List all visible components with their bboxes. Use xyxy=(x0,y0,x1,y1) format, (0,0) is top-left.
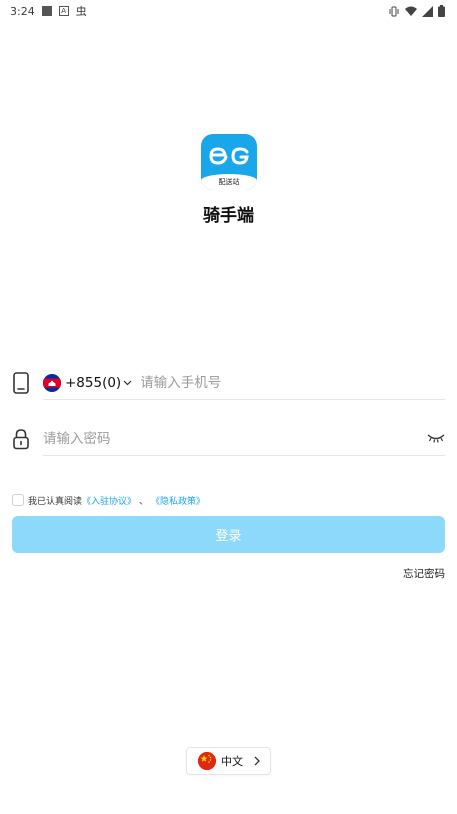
chevron-right-icon xyxy=(254,756,260,766)
password-row xyxy=(12,424,445,454)
status-bar-right xyxy=(388,5,445,17)
password-input[interactable] xyxy=(43,425,445,453)
logo-label: 配送站 xyxy=(201,174,257,190)
mobile-phone-icon xyxy=(13,372,29,394)
phone-input[interactable] xyxy=(140,369,445,397)
vibrate-icon xyxy=(389,6,399,16)
privacy-policy-link[interactable]: 《隐私政策》 xyxy=(151,494,205,507)
status-bar: 3:24 A 虫 xyxy=(0,0,457,22)
phone-row-icon-wrap xyxy=(12,368,40,398)
eye-closed-icon[interactable] xyxy=(427,431,445,445)
agreement-checkbox[interactable] xyxy=(12,494,24,506)
signal-icon xyxy=(422,5,433,17)
chevron-down-icon[interactable] xyxy=(123,380,132,386)
cambodia-flag-icon[interactable] xyxy=(43,374,61,392)
eg-logo-icon xyxy=(209,147,249,165)
phone-underline xyxy=(43,399,445,400)
agreement-row: 我已认真阅读 《入驻协议》 、 《隐私政策》 xyxy=(12,493,205,507)
country-code[interactable]: +855(0) xyxy=(65,375,121,391)
login-button[interactable]: 登录 xyxy=(12,516,445,553)
battery-icon xyxy=(438,5,445,17)
bug-icon: 虫 xyxy=(75,5,87,18)
lock-icon xyxy=(13,429,29,450)
forgot-password-link[interactable]: 忘记密码 xyxy=(403,566,445,581)
password-underline xyxy=(43,455,445,456)
phone-row: +855(0) xyxy=(12,368,445,398)
status-time: 3:24 xyxy=(10,4,35,18)
china-flag-icon xyxy=(198,752,216,770)
settlement-agreement-link[interactable]: 《入驻协议》 xyxy=(82,494,136,507)
agreement-prefix: 我已认真阅读 xyxy=(28,496,83,507)
language-selector[interactable]: 中文 xyxy=(186,747,271,775)
app-name: 骑手端 xyxy=(203,206,254,226)
a-icon: A xyxy=(58,6,69,16)
square-icon xyxy=(41,6,52,16)
password-row-icon-wrap xyxy=(12,424,43,454)
language-label: 中文 xyxy=(221,755,243,768)
status-bar-left: 3:24 A 虫 xyxy=(10,3,87,19)
login-screen: 3:24 A 虫 配送站 骑手端 +855(0) 请输入手机号 我已认真阅读 《… xyxy=(0,0,457,814)
wifi-icon xyxy=(405,6,417,16)
app-logo: 配送站 xyxy=(201,134,257,190)
agreement-separator: 、 xyxy=(139,496,149,507)
